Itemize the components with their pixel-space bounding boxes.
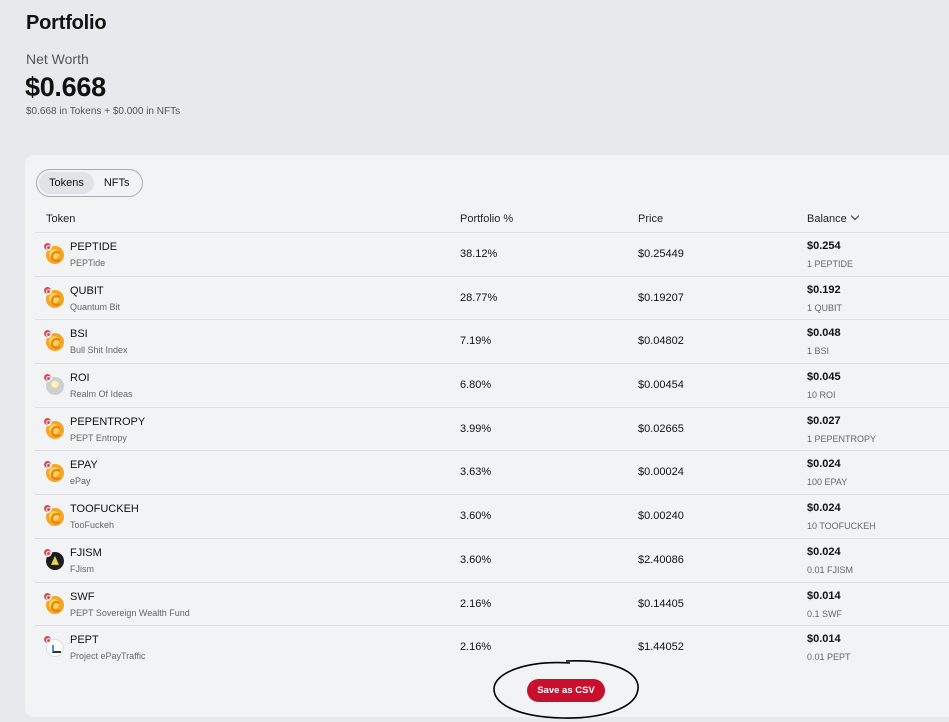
balance-amount: 1 QUBIT xyxy=(807,302,843,313)
chain-badge-icon xyxy=(43,547,52,557)
table-row[interactable]: QUBIT Quantum Bit 28.77% $0.19207 $0.192… xyxy=(35,277,949,321)
portfolio-pct: 38.12% xyxy=(460,248,498,260)
token-price: $0.00454 xyxy=(638,379,684,392)
table-row[interactable]: FJISM FJism 3.60% $2.40086 $0.024 0.01 F… xyxy=(35,539,949,583)
token-price: $0.14405 xyxy=(638,597,684,610)
balance-value: $0.045 xyxy=(807,371,841,384)
token-symbol: BSI xyxy=(70,328,88,341)
token-symbol: PEPT xyxy=(70,634,99,647)
token-symbol: FJISM xyxy=(70,546,102,559)
portfolio-pct: 3.99% xyxy=(460,422,492,435)
balance-value: $0.048 xyxy=(807,327,841,340)
balance-value: $0.014 xyxy=(807,589,841,602)
net-worth-label: Net Worth xyxy=(26,51,89,67)
token-price: $1.44052 xyxy=(638,641,684,654)
token-symbol: ROI xyxy=(70,372,90,385)
page-title: Portfolio xyxy=(26,12,107,34)
header-token[interactable]: Token xyxy=(46,213,75,225)
token-name: Quantum Bit xyxy=(70,301,121,312)
token-name: PEPT Entropy xyxy=(70,432,127,443)
balance-value: $0.014 xyxy=(807,633,841,646)
table-row[interactable]: TOOFUCKEH TooFuckeh 3.60% $0.00240 $0.02… xyxy=(35,495,949,539)
balance-value: $0.024 xyxy=(807,458,841,471)
portfolio-card: Tokens NFTs Token Portfolio % Price Bala… xyxy=(25,155,949,719)
token-price: $0.25449 xyxy=(638,248,684,260)
token-name: FJism xyxy=(70,563,94,574)
balance-amount: 1 PEPENTROPY xyxy=(807,433,877,444)
token-name: ePay xyxy=(70,476,91,487)
header-price[interactable]: Price xyxy=(638,213,663,225)
chain-badge-icon xyxy=(43,285,52,295)
chain-badge-icon xyxy=(43,373,52,383)
token-name: Realm Of Ideas xyxy=(70,389,133,400)
portfolio-pct: 2.16% xyxy=(460,597,492,610)
token-name: TooFuckeh xyxy=(70,520,115,531)
table-row[interactable]: EPAY ePay 3.63% $0.00024 $0.024 100 EPAY xyxy=(35,451,949,496)
token-name: PEPTide xyxy=(70,258,106,268)
token-list: PEPTIDE PEPTide 38.12% $0.25449 $0.254 1… xyxy=(35,233,949,670)
table-row[interactable]: PEPTIDE PEPTide 38.12% $0.25449 $0.254 1… xyxy=(35,233,949,277)
balance-amount: 10 TOOFUCKEH xyxy=(807,521,876,532)
portfolio-pct: 6.80% xyxy=(460,379,492,392)
token-symbol: SWF xyxy=(70,590,95,603)
chain-badge-icon xyxy=(43,591,52,601)
portfolio-pct: 3.60% xyxy=(460,553,492,566)
token-price: $0.19207 xyxy=(638,291,684,304)
net-worth-breakdown: $0.668 in Tokens + $0.000 in NFTs xyxy=(26,106,181,117)
token-name: Project ePayTraffic xyxy=(70,651,146,662)
token-symbol: PEPTIDE xyxy=(70,241,118,253)
hand-drawn-circle-annotation xyxy=(493,660,639,719)
balance-amount: 0.1 SWF xyxy=(807,608,843,619)
balance-value: $0.254 xyxy=(807,240,841,252)
portfolio-pct: 28.77% xyxy=(460,291,498,304)
token-price: $0.04802 xyxy=(638,335,684,348)
header-portfolio-pct[interactable]: Portfolio % xyxy=(460,213,513,225)
token-symbol: EPAY xyxy=(70,459,98,472)
table-row[interactable]: BSI Bull Shit Index 7.19% $0.04802 $0.04… xyxy=(35,320,949,365)
balance-value: $0.024 xyxy=(807,545,841,558)
table-row[interactable]: SWF PEPT Sovereign Wealth Fund 2.16% $0.… xyxy=(35,583,949,627)
token-price: $0.00240 xyxy=(638,510,684,523)
balance-amount: 0.01 FJISM xyxy=(807,564,854,575)
portfolio-pct: 3.60% xyxy=(460,510,492,523)
token-symbol: PEPENTROPY xyxy=(70,415,146,428)
balance-amount: 1 BSI xyxy=(807,346,830,357)
balance-value: $0.024 xyxy=(807,502,841,515)
balance-value: $0.027 xyxy=(807,414,841,427)
balance-amount: 100 EPAY xyxy=(807,477,848,488)
tab-tokens[interactable]: Tokens xyxy=(39,172,94,194)
token-symbol: TOOFUCKEH xyxy=(70,503,139,516)
balance-amount: 0.01 PEPT xyxy=(807,652,851,663)
tab-nfts[interactable]: NFTs xyxy=(94,172,140,194)
token-price: $2.40086 xyxy=(638,553,684,566)
tab-switcher: Tokens NFTs xyxy=(36,169,143,197)
token-price: $0.00024 xyxy=(638,466,684,479)
chevron-down-icon xyxy=(850,211,860,221)
portfolio-pct: 2.16% xyxy=(460,641,492,654)
table-row[interactable]: PEPENTROPY PEPT Entropy 3.99% $0.02665 $… xyxy=(35,408,949,452)
chain-badge-icon xyxy=(43,416,52,426)
portfolio-pct: 7.19% xyxy=(460,335,492,348)
portfolio-pct: 3.63% xyxy=(460,466,492,479)
table-header: Token Portfolio % Price Balance xyxy=(35,207,949,233)
header-balance[interactable]: Balance xyxy=(807,211,860,225)
token-name: Bull Shit Index xyxy=(70,345,128,356)
net-worth-value: $0.668 xyxy=(25,72,106,102)
balance-amount: 1 PEPTIDE xyxy=(807,259,854,269)
header-balance-label: Balance xyxy=(807,213,847,225)
token-symbol: QUBIT xyxy=(70,284,104,297)
token-price: $0.02665 xyxy=(638,422,684,435)
table-row[interactable]: ROI Realm Of Ideas 6.80% $0.00454 $0.045… xyxy=(35,364,949,408)
balance-value: $0.192 xyxy=(807,283,841,296)
chain-badge-icon xyxy=(43,242,52,251)
balance-amount: 10 ROI xyxy=(807,390,836,401)
token-name: PEPT Sovereign Wealth Fund xyxy=(70,607,190,618)
